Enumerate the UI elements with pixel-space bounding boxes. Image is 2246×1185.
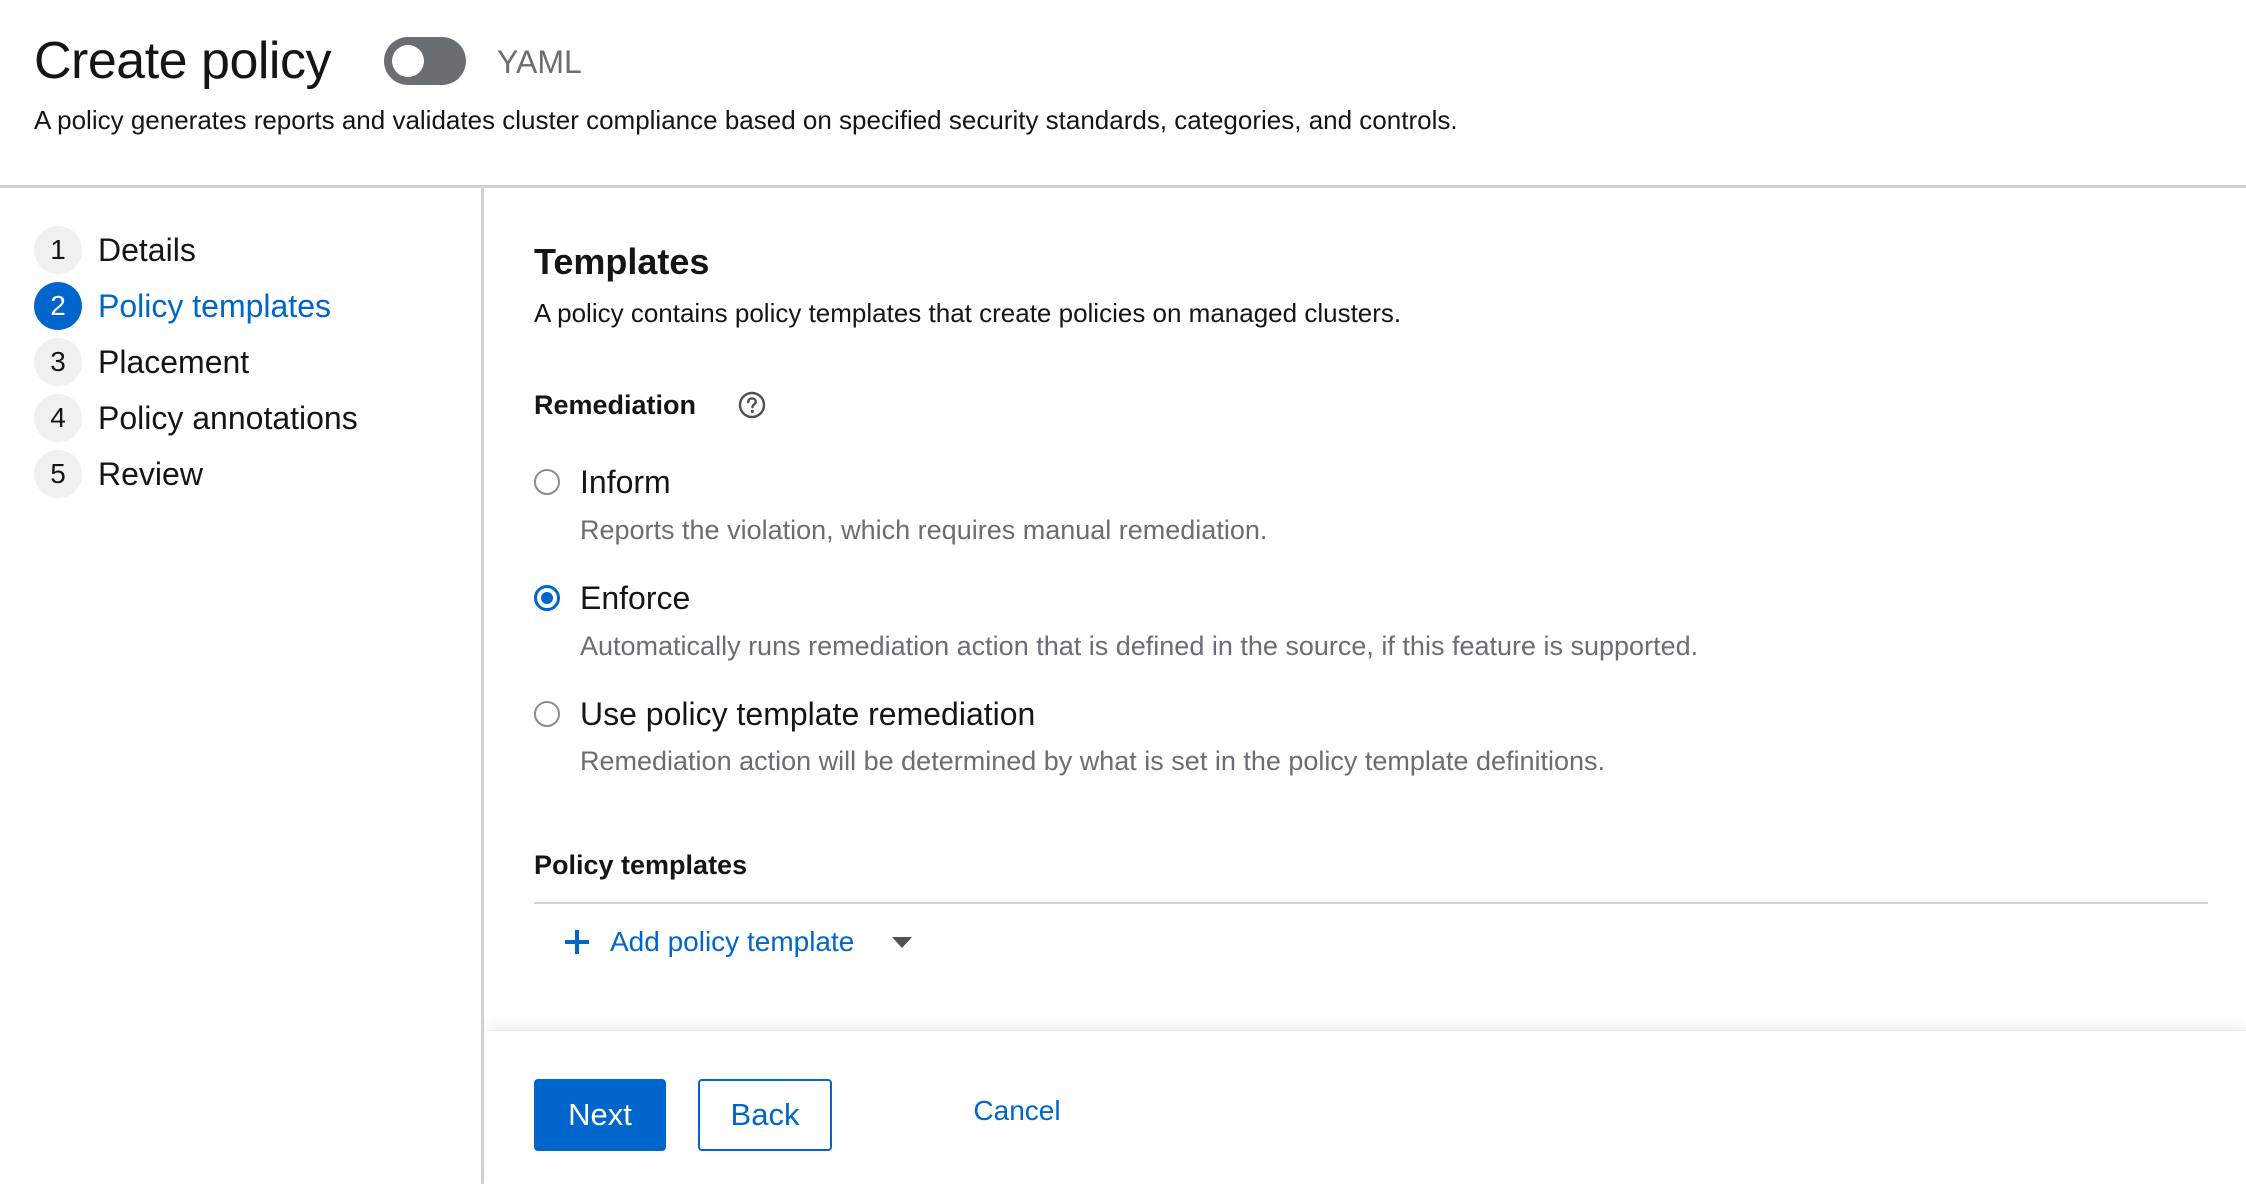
wizard-step-policy-annotations[interactable]: 4 Policy annotations (34, 394, 358, 442)
radio-description: Reports the violation, which requires ma… (580, 515, 1268, 545)
radio-button[interactable] (534, 701, 560, 727)
divider (534, 902, 2208, 904)
step-number: 2 (34, 282, 82, 330)
step-label: Details (98, 232, 196, 268)
wizard-footer: Next Back Cancel (487, 1030, 2246, 1185)
step-label: Policy templates (98, 288, 331, 324)
plus-icon (565, 930, 589, 954)
question-circle-icon[interactable] (737, 390, 767, 420)
add-policy-template-label: Add policy template (610, 926, 855, 957)
step-number: 1 (34, 226, 82, 274)
wizard-step-review[interactable]: 5 Review (34, 450, 203, 498)
yaml-toggle-label: YAML (497, 44, 582, 80)
cancel-button[interactable]: Cancel (947, 1075, 1087, 1147)
radio-label: Use policy template remediation (580, 696, 1036, 732)
policy-templates-label: Policy templates (534, 850, 748, 880)
radio-label: Inform (580, 464, 671, 500)
page-header: Create policy YAML A policy generates re… (0, 0, 2246, 188)
step-number: 4 (34, 394, 82, 442)
radio-enforce[interactable]: Enforce (534, 578, 690, 618)
caret-down-icon (892, 936, 913, 948)
step-label: Policy annotations (98, 400, 358, 436)
yaml-toggle-switch[interactable] (384, 37, 466, 85)
wizard-step-details[interactable]: 1 Details (34, 226, 196, 274)
wizard-nav: 1 Details 2 Policy templates 3 Placement… (0, 188, 484, 1184)
back-button[interactable]: Back (698, 1079, 832, 1151)
radio-description: Automatically runs remediation action th… (580, 631, 1699, 661)
section-title: Templates (534, 241, 710, 282)
step-label: Placement (98, 344, 250, 380)
step-label: Review (98, 456, 203, 492)
radio-use-policy-template-remediation[interactable]: Use policy template remediation (534, 694, 1035, 734)
step-number: 5 (34, 450, 82, 498)
wizard-main-content: Templates A policy contains policy templ… (484, 188, 2246, 1030)
step-number: 3 (34, 338, 82, 386)
radio-button[interactable] (534, 469, 560, 495)
radio-label: Enforce (580, 580, 691, 616)
add-policy-template-dropdown[interactable]: Add policy template (564, 920, 913, 964)
remediation-label: Remediation (534, 390, 697, 420)
section-description: A policy contains policy templates that … (534, 298, 1402, 328)
toggle-knob (392, 45, 424, 77)
next-button[interactable]: Next (534, 1079, 666, 1151)
page-description: A policy generates reports and validates… (34, 105, 1458, 135)
radio-description: Remediation action will be determined by… (580, 746, 1606, 776)
radio-inform[interactable]: Inform (534, 462, 671, 502)
page-title: Create policy (34, 32, 331, 90)
radio-button[interactable] (534, 585, 560, 611)
wizard-step-policy-templates[interactable]: 2 Policy templates (34, 282, 331, 330)
wizard-step-placement[interactable]: 3 Placement (34, 338, 249, 386)
